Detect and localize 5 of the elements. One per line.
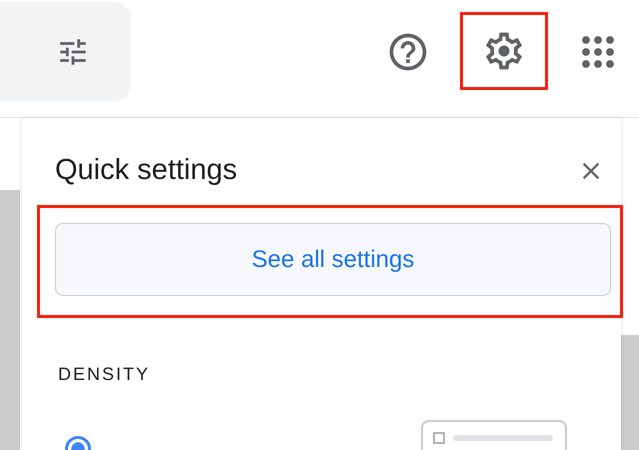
panel-title: Quick settings <box>55 154 238 187</box>
apps-button[interactable] <box>580 34 616 70</box>
section-heading: DENSITY <box>58 364 152 385</box>
see-all-settings-button[interactable]: See all settings <box>55 223 611 296</box>
apps-grid-icon <box>580 34 616 70</box>
